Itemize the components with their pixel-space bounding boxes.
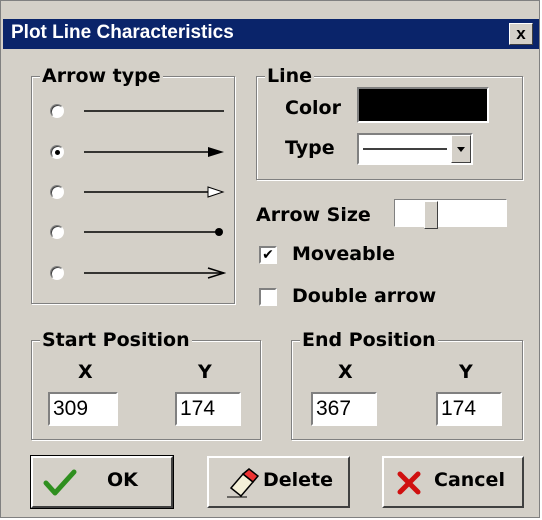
ok-button-label: OK bbox=[107, 469, 138, 491]
start-position-legend: Start Position bbox=[40, 328, 192, 352]
start-position-group: Start Position X Y 309 174 bbox=[31, 328, 261, 440]
line-arrowhead-line-icon bbox=[84, 267, 226, 279]
window-title: Plot Line Characteristics bbox=[11, 22, 234, 43]
line-type-solid-sample bbox=[363, 148, 447, 150]
x-icon bbox=[397, 471, 421, 495]
start-y-label: Y bbox=[198, 361, 212, 383]
color-label: Color bbox=[285, 97, 341, 119]
arrow-type-radio-open-arrowhead[interactable] bbox=[50, 185, 64, 199]
arrow-type-radio-dot-end[interactable] bbox=[50, 225, 64, 239]
eraser-icon bbox=[227, 468, 259, 498]
line-legend: Line bbox=[265, 64, 315, 88]
checkmark-icon: ✔ bbox=[262, 247, 274, 263]
checkmark-icon bbox=[43, 469, 77, 496]
delete-button[interactable]: Delete bbox=[207, 456, 350, 508]
moveable-label[interactable]: Moveable bbox=[292, 243, 395, 265]
arrow-type-legend: Arrow type bbox=[40, 64, 163, 88]
start-x-input[interactable]: 309 bbox=[48, 392, 118, 426]
arrow-type-radio-plain[interactable] bbox=[50, 104, 64, 118]
dot-end-line-icon bbox=[84, 228, 223, 236]
moveable-checkbox[interactable]: ✔ bbox=[259, 246, 277, 264]
end-y-input[interactable]: 174 bbox=[436, 392, 502, 426]
arrow-type-radio-filled-arrowhead[interactable] bbox=[50, 145, 64, 159]
close-button[interactable]: x bbox=[509, 23, 533, 45]
end-position-group: End Position X Y 367 174 bbox=[291, 328, 523, 440]
cancel-button-label: Cancel bbox=[434, 469, 505, 491]
arrow-size-slider-thumb[interactable] bbox=[424, 201, 438, 229]
start-y-input[interactable]: 174 bbox=[175, 392, 241, 426]
close-icon: x bbox=[516, 24, 526, 43]
arrow-size-slider[interactable] bbox=[394, 199, 507, 229]
end-x-label: X bbox=[338, 361, 353, 383]
arrow-type-group: Arrow type bbox=[31, 64, 235, 304]
dropdown-arrow-button[interactable] bbox=[451, 135, 471, 163]
arrow-size-label: Arrow Size bbox=[256, 204, 371, 226]
double-arrow-label[interactable]: Double arrow bbox=[292, 285, 436, 307]
color-swatch[interactable] bbox=[357, 87, 489, 123]
filled-arrowhead-line-icon bbox=[84, 147, 224, 157]
double-arrow-checkbox[interactable] bbox=[259, 288, 277, 306]
line-group: Line Color Type bbox=[256, 64, 523, 180]
dialog-window: Plot Line Characteristics x Arrow type L… bbox=[0, 0, 540, 518]
type-label: Type bbox=[285, 137, 335, 159]
delete-button-label: Delete bbox=[263, 469, 334, 491]
chevron-down-icon bbox=[457, 147, 465, 152]
end-x-input[interactable]: 367 bbox=[311, 392, 377, 426]
arrow-type-radio-line-arrowhead[interactable] bbox=[50, 266, 64, 280]
ok-button[interactable]: OK bbox=[30, 455, 174, 509]
plain-line-icon bbox=[84, 110, 224, 112]
title-bar: Plot Line Characteristics x bbox=[3, 19, 539, 49]
end-y-label: Y bbox=[459, 361, 473, 383]
end-position-legend: End Position bbox=[300, 328, 438, 352]
color-swatch-fill bbox=[359, 89, 487, 121]
start-x-label: X bbox=[78, 361, 93, 383]
cancel-button[interactable]: Cancel bbox=[382, 456, 524, 508]
line-type-select[interactable] bbox=[357, 133, 473, 165]
open-arrowhead-line-icon bbox=[84, 186, 225, 198]
